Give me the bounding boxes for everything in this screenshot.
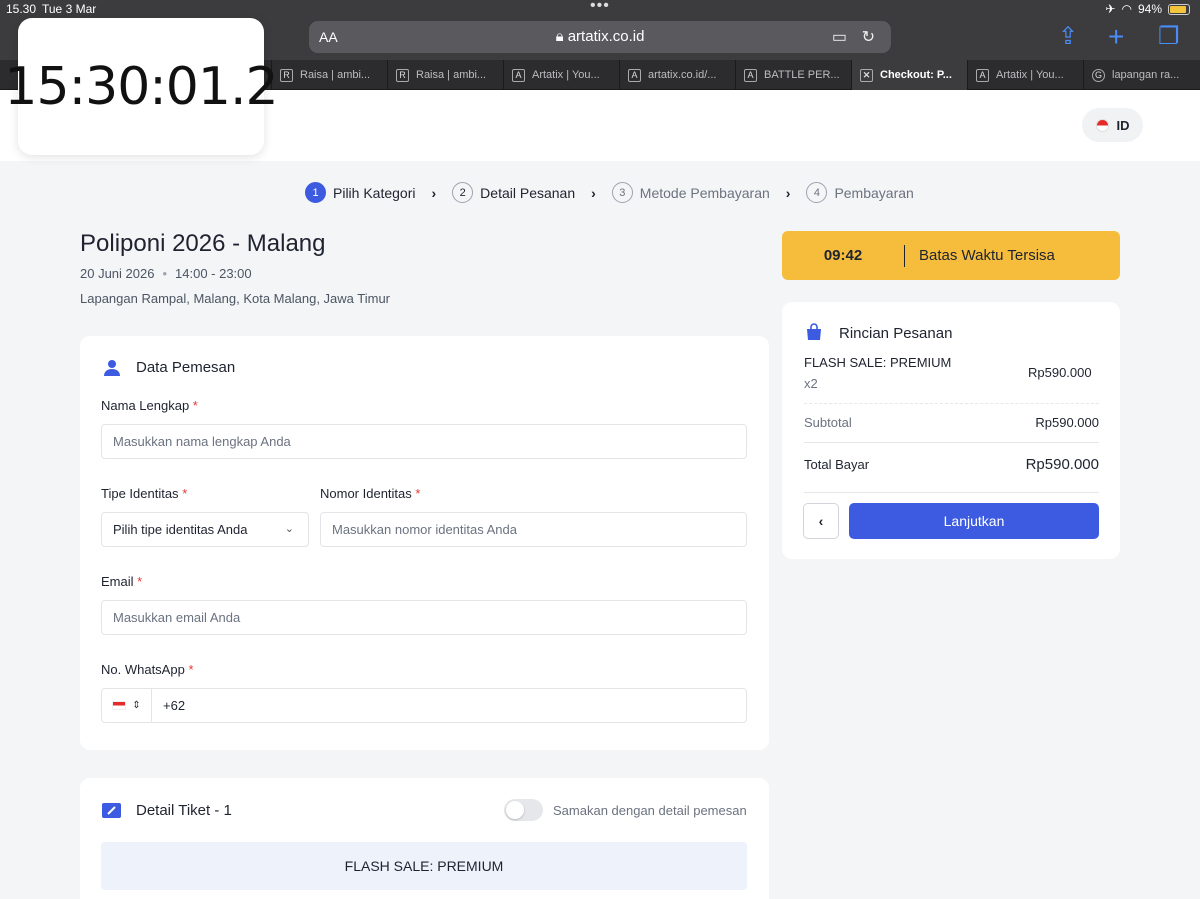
whatsapp-input[interactable]: ⇕ +62 bbox=[101, 688, 747, 723]
shopping-bag-icon bbox=[807, 323, 821, 340]
same-as-buyer-toggle[interactable] bbox=[504, 799, 543, 821]
tab-5[interactable]: ✕ Checkout: P... bbox=[852, 60, 968, 90]
idnum-label: Nomor Identitas * bbox=[320, 486, 421, 501]
google-icon: G bbox=[1092, 68, 1105, 82]
buyer-data-card: Data Pemesan Nama Lengkap * Masukkan nam… bbox=[80, 336, 769, 750]
tab-favicon-icon: R bbox=[396, 68, 409, 82]
reader-icon[interactable]: ▭ bbox=[832, 27, 847, 47]
event-title: Poliponi 2026 - Malang bbox=[80, 230, 326, 257]
language-switcher[interactable]: ID bbox=[1082, 108, 1143, 142]
chevron-right-icon: › bbox=[785, 184, 791, 201]
lock-icon: 🔒︎ bbox=[555, 28, 568, 45]
chevron-right-icon: › bbox=[431, 184, 437, 201]
reload-icon[interactable]: ↻ bbox=[862, 27, 875, 47]
step-4: 4 Pembayaran bbox=[806, 182, 914, 203]
name-input[interactable]: Masukkan nama lengkap Anda bbox=[101, 424, 747, 459]
checkout-stepper: 1 Pilih Kategori › 2 Detail Pesanan › 3 Met… bbox=[305, 182, 914, 203]
back-button[interactable]: ‹ bbox=[803, 503, 839, 539]
chevron-down-icon: ⌄ bbox=[284, 523, 294, 535]
status-date: Tue 3 Mar bbox=[42, 2, 97, 16]
battery-percent: 94% bbox=[1137, 2, 1162, 16]
chevron-right-icon: › bbox=[591, 184, 596, 201]
updown-icon: ⇕ bbox=[132, 700, 141, 711]
summary-title: Rincian Pesanan bbox=[839, 325, 953, 342]
indonesia-flag-icon bbox=[1095, 118, 1109, 132]
tab-0[interactable]: R Raisa | ambi... bbox=[272, 60, 388, 90]
summary-item-name: FLASH SALE: PREMIUM bbox=[804, 355, 952, 370]
airplane-icon: ✈ bbox=[1105, 2, 1116, 16]
status-bar: 15.30 Tue 3 Mar ••• ✈ ◠ 94% bbox=[0, 0, 1200, 18]
timer-label: Batas Waktu Tersisa bbox=[919, 247, 1055, 264]
tab-2[interactable]: A Artatix | You... bbox=[504, 60, 620, 90]
status-right: ✈ ◠ 94% bbox=[1105, 2, 1190, 16]
same-as-buyer-label: Samakan dengan detail pemesan bbox=[553, 803, 747, 818]
tab-favicon-icon: A bbox=[744, 68, 757, 82]
battery-icon bbox=[1168, 3, 1190, 15]
language-label: ID bbox=[1116, 117, 1130, 133]
summary-divider bbox=[804, 403, 1099, 404]
tab-4[interactable]: A BATTLE PER... bbox=[736, 60, 852, 90]
tab-favicon-icon: A bbox=[628, 68, 641, 82]
countdown-timer: 09:42 Batas Waktu Tersisa bbox=[782, 231, 1120, 280]
user-icon bbox=[104, 360, 120, 376]
idtype-select[interactable]: Pilih tipe identitas Anda ⌄ bbox=[101, 512, 309, 547]
tab-favicon-icon: R bbox=[280, 68, 293, 82]
clock-overlay: 15:30:01.2 bbox=[4, 18, 279, 155]
status-time: 15.30 bbox=[6, 2, 37, 16]
card-title: Data Pemesan bbox=[136, 359, 236, 376]
idnum-input[interactable]: Masukkan nomor identitas Anda bbox=[320, 512, 747, 547]
tab-close-icon[interactable]: ✕ bbox=[860, 68, 873, 82]
continue-button[interactable]: Lanjutkan bbox=[849, 503, 1099, 539]
tabs-overview-icon[interactable]: ❐ bbox=[1158, 25, 1180, 49]
tab-1[interactable]: R Raisa | ambi... bbox=[388, 60, 504, 90]
summary-divider bbox=[804, 492, 1099, 493]
event-datetime: 20 Juni 2026 • 14:00 - 23:00 bbox=[80, 266, 252, 281]
step-2: 2 Detail Pesanan bbox=[452, 182, 575, 203]
subtotal-row: Subtotal Rp590.000 bbox=[804, 415, 1099, 430]
url-text[interactable]: 🔒︎ artatix.co.id bbox=[309, 28, 891, 45]
ticket-icon bbox=[102, 803, 121, 818]
tab-7[interactable]: Glapangan ra... bbox=[1084, 60, 1200, 90]
ticket-category-banner: FLASH SALE: PREMIUM bbox=[101, 842, 747, 890]
step-1: 1 Pilih Kategori bbox=[305, 182, 416, 203]
new-tab-icon[interactable]: + bbox=[1108, 23, 1124, 51]
country-code-select[interactable]: ⇕ bbox=[102, 689, 152, 722]
tab-3[interactable]: Aartatix.co.id/... bbox=[620, 60, 736, 90]
ticket-title: Detail Tiket - 1 bbox=[136, 802, 232, 819]
summary-item-qty: x2 bbox=[804, 376, 818, 391]
tab-6[interactable]: A Artatix | You... bbox=[968, 60, 1084, 90]
name-label: Nama Lengkap * bbox=[101, 398, 198, 413]
indonesia-flag-icon bbox=[112, 701, 127, 710]
email-input[interactable]: Masukkan email Anda bbox=[101, 600, 747, 635]
whatsapp-label: No. WhatsApp * bbox=[101, 662, 194, 677]
idtype-label: Tipe Identitas * bbox=[101, 486, 188, 501]
email-label: Email * bbox=[101, 574, 143, 589]
tab-favicon-icon: A bbox=[976, 68, 989, 82]
step-3: 3 Metode Pembayaran bbox=[611, 182, 770, 203]
multitask-dots-icon[interactable]: ••• bbox=[590, 0, 610, 15]
address-bar[interactable]: AA 🔒︎ artatix.co.id ▭ ↻ bbox=[309, 21, 891, 53]
total-row: Total Bayar Rp590.000 bbox=[804, 456, 1099, 473]
event-location: Lapangan Rampal, Malang, Kota Malang, Ja… bbox=[80, 291, 391, 306]
timer-value: 09:42 bbox=[823, 247, 863, 264]
wifi-icon: ◠ bbox=[1121, 2, 1132, 16]
tab-favicon-icon: A bbox=[512, 68, 525, 82]
summary-item-price: Rp590.000 bbox=[1028, 365, 1092, 380]
share-icon[interactable]: ⇪ bbox=[1058, 25, 1078, 49]
summary-divider bbox=[804, 442, 1099, 443]
